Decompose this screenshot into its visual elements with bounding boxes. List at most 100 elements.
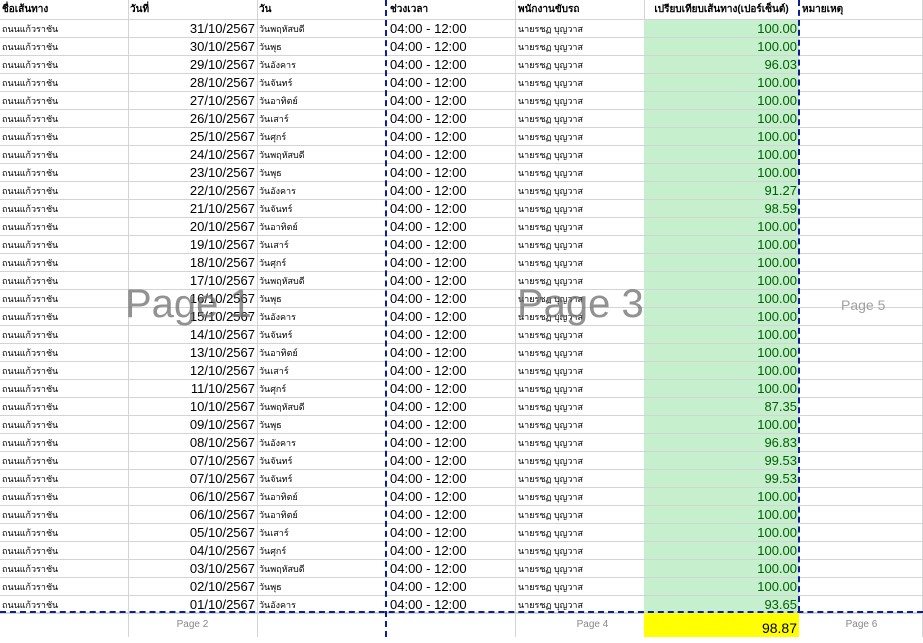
driver-cell[interactable]: นายรชฏ บุญวาส [515,290,644,308]
percent-cell[interactable]: 100.00 [644,74,799,92]
percent-cell[interactable]: 100.00 [644,218,799,236]
date-cell[interactable]: 07/10/2567 [128,470,257,488]
table-row[interactable]: ถนนแก้วราชัน 27/10/2567 วันอาทิตย์ 04:00 - … [0,92,923,110]
day-cell[interactable]: วันอังคาร [257,308,386,326]
driver-cell[interactable]: นายรชฏ บุญวาส [515,164,644,182]
header-driver[interactable]: พนักงานขับรถ [515,0,644,19]
route-cell[interactable]: ถนนแก้วราชัน [0,308,128,326]
percent-cell[interactable]: 100.00 [644,380,799,398]
table-row[interactable]: ถนนแก้วราชัน 04/10/2567 วันศุกร์ 04:00 - 12… [0,542,923,560]
date-cell[interactable]: 02/10/2567 [128,578,257,596]
percent-cell[interactable]: 99.53 [644,470,799,488]
table-row[interactable]: ถนนแก้วราชัน 10/10/2567 วันพฤหัสบดี 04:00 -… [0,398,923,416]
day-cell[interactable]: วันอาทิตย์ [257,488,386,506]
percent-cell[interactable]: 100.00 [644,560,799,578]
table-row[interactable]: ถนนแก้วราชัน 14/10/2567 วันจันทร์ 04:00 - 1… [0,326,923,344]
driver-cell[interactable]: นายรชฏ บุญวาส [515,20,644,38]
day-cell[interactable]: วันอาทิตย์ [257,344,386,362]
day-cell[interactable]: วันจันทร์ [257,452,386,470]
date-cell[interactable]: 26/10/2567 [128,110,257,128]
date-cell[interactable]: 29/10/2567 [128,56,257,74]
date-cell[interactable]: 13/10/2567 [128,344,257,362]
percent-cell[interactable]: 100.00 [644,272,799,290]
header-date[interactable]: วันที่ [128,0,257,19]
percent-cell[interactable]: 100.00 [644,506,799,524]
percent-cell[interactable]: 100.00 [644,542,799,560]
header-route[interactable]: ชื่อเส้นทาง [0,0,128,19]
day-cell[interactable]: วันจันทร์ [257,200,386,218]
date-cell[interactable]: 10/10/2567 [128,398,257,416]
driver-cell[interactable]: นายรชฏ บุญวาส [515,38,644,56]
route-cell[interactable]: ถนนแก้วราชัน [0,416,128,434]
time-cell[interactable]: 04:00 - 12:00 [386,182,515,200]
driver-cell[interactable]: นายรชฏ บุญวาส [515,272,644,290]
table-row[interactable]: ถนนแก้วราชัน 11/10/2567 วันศุกร์ 04:00 - 12… [0,380,923,398]
time-cell[interactable]: 04:00 - 12:00 [386,290,515,308]
driver-cell[interactable]: นายรชฏ บุญวาส [515,236,644,254]
route-cell[interactable]: ถนนแก้วราชัน [0,272,128,290]
date-cell[interactable]: 23/10/2567 [128,164,257,182]
date-cell[interactable]: 15/10/2567 [128,308,257,326]
day-cell[interactable]: วันพฤหัสบดี [257,272,386,290]
percent-cell[interactable]: 100.00 [644,488,799,506]
driver-cell[interactable]: นายรชฏ บุญวาส [515,254,644,272]
route-cell[interactable]: ถนนแก้วราชัน [0,452,128,470]
driver-cell[interactable]: นายรชฏ บุญวาส [515,56,644,74]
percent-cell[interactable]: 100.00 [644,290,799,308]
date-cell[interactable]: 27/10/2567 [128,92,257,110]
table-row[interactable]: ถนนแก้วราชัน 23/10/2567 วันพุธ 04:00 - 12:0… [0,164,923,182]
percent-cell[interactable]: 100.00 [644,128,799,146]
day-cell[interactable]: วันอาทิตย์ [257,218,386,236]
date-cell[interactable]: 30/10/2567 [128,38,257,56]
route-cell[interactable]: ถนนแก้วราชัน [0,20,128,38]
driver-cell[interactable]: นายรชฏ บุญวาส [515,92,644,110]
date-cell[interactable]: 12/10/2567 [128,362,257,380]
day-cell[interactable]: วันอังคาร [257,434,386,452]
percent-cell[interactable]: 100.00 [644,110,799,128]
time-cell[interactable]: 04:00 - 12:00 [386,74,515,92]
day-cell[interactable]: วันจันทร์ [257,470,386,488]
route-cell[interactable]: ถนนแก้วราชัน [0,236,128,254]
date-cell[interactable]: 24/10/2567 [128,146,257,164]
table-row[interactable]: ถนนแก้วราชัน 28/10/2567 วันจันทร์ 04:00 - 1… [0,74,923,92]
table-row[interactable]: ถนนแก้วราชัน 09/10/2567 วันพุธ 04:00 - 12:0… [0,416,923,434]
percent-cell[interactable]: 99.53 [644,452,799,470]
day-cell[interactable]: วันอังคาร [257,182,386,200]
driver-cell[interactable]: นายรชฏ บุญวาส [515,506,644,524]
day-cell[interactable]: วันศุกร์ [257,380,386,398]
time-cell[interactable]: 04:00 - 12:00 [386,578,515,596]
time-cell[interactable]: 04:00 - 12:00 [386,254,515,272]
table-row[interactable]: ถนนแก้วราชัน 29/10/2567 วันอังคาร 04:00 - 1… [0,56,923,74]
driver-cell[interactable]: นายรชฏ บุญวาส [515,380,644,398]
table-row[interactable]: ถนนแก้วราชัน 07/10/2567 วันจันทร์ 04:00 - 1… [0,470,923,488]
table-row[interactable]: ถนนแก้วราชัน 08/10/2567 วันอังคาร 04:00 - 1… [0,434,923,452]
date-cell[interactable]: 25/10/2567 [128,128,257,146]
percent-cell[interactable]: 100.00 [644,164,799,182]
day-cell[interactable]: วันพฤหัสบดี [257,398,386,416]
day-cell[interactable]: วันพุธ [257,38,386,56]
time-cell[interactable]: 04:00 - 12:00 [386,488,515,506]
day-cell[interactable]: วันพฤหัสบดี [257,20,386,38]
driver-cell[interactable]: นายรชฏ บุญวาส [515,146,644,164]
time-cell[interactable]: 04:00 - 12:00 [386,218,515,236]
date-cell[interactable]: 18/10/2567 [128,254,257,272]
table-row[interactable]: ถนนแก้วราชัน 24/10/2567 วันพฤหัสบดี 04:00 -… [0,146,923,164]
average-total-cell[interactable]: 98.87 [644,613,799,637]
percent-cell[interactable]: 100.00 [644,254,799,272]
table-row[interactable]: ถนนแก้วราชัน 06/10/2567 วันอาทิตย์ 04:00 - … [0,506,923,524]
day-cell[interactable]: วันพฤหัสบดี [257,146,386,164]
date-cell[interactable]: 06/10/2567 [128,506,257,524]
percent-cell[interactable]: 87.35 [644,398,799,416]
route-cell[interactable]: ถนนแก้วราชัน [0,542,128,560]
driver-cell[interactable]: นายรชฏ บุญวาส [515,182,644,200]
header-time[interactable]: ช่วงเวลา [386,0,515,19]
day-cell[interactable]: วันพุธ [257,164,386,182]
driver-cell[interactable]: นายรชฏ บุญวาส [515,560,644,578]
route-cell[interactable]: ถนนแก้วราชัน [0,254,128,272]
header-day[interactable]: วัน [257,0,386,19]
date-cell[interactable]: 14/10/2567 [128,326,257,344]
date-cell[interactable]: 04/10/2567 [128,542,257,560]
route-cell[interactable]: ถนนแก้วราชัน [0,488,128,506]
table-row[interactable]: ถนนแก้วราชัน 12/10/2567 วันเสาร์ 04:00 - 12… [0,362,923,380]
day-cell[interactable]: วันอาทิตย์ [257,92,386,110]
